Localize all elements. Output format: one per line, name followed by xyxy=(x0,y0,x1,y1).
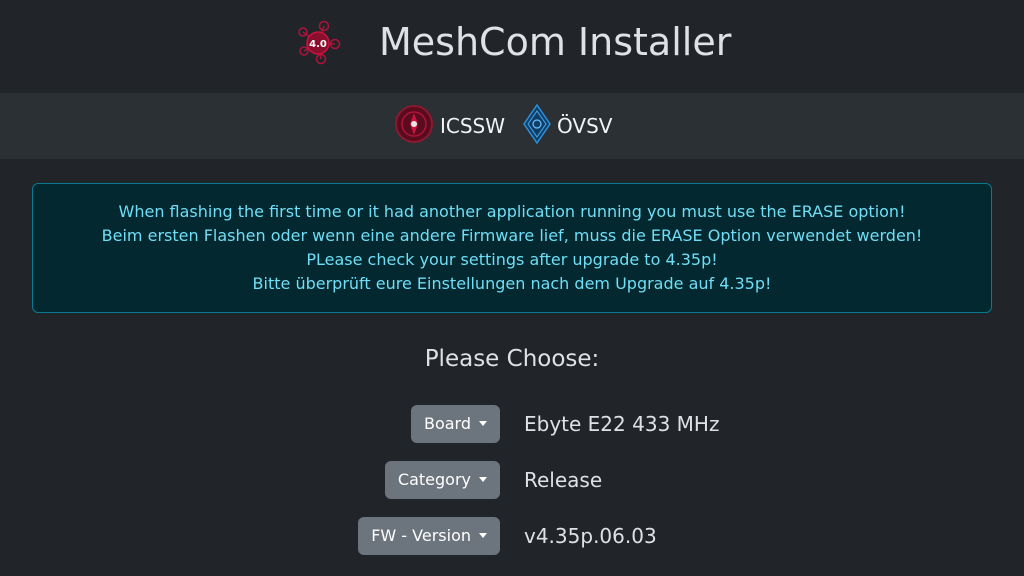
meshcom-network-icon: 4.0 xyxy=(296,20,342,66)
chooser-heading: Please Choose: xyxy=(424,346,600,372)
partner-label-icssw: ICSSW xyxy=(440,114,506,138)
caret-down-icon xyxy=(479,421,487,426)
app-header: 4.0 MeshCom Installer xyxy=(0,0,1024,93)
category-dropdown-button[interactable]: Category xyxy=(384,461,500,499)
category-dropdown-label: Category xyxy=(397,470,471,489)
logo-badge: 4.0 xyxy=(309,39,327,50)
alert-line: Bitte überprüft eure Einstellungen nach … xyxy=(252,274,772,293)
caret-down-icon xyxy=(479,477,487,482)
partner-ovsv[interactable]: ÖVSV xyxy=(523,93,612,159)
category-row: Category Release xyxy=(0,461,1024,499)
fw-version-dropdown-button[interactable]: FW - Version xyxy=(358,517,500,555)
fw-version-row: FW - Version v4.35p.06.03 xyxy=(0,517,1024,555)
caret-down-icon xyxy=(479,533,487,538)
board-row: Board Ebyte E22 433 MHz xyxy=(0,405,1024,443)
partner-icssw[interactable]: ICSSW xyxy=(394,93,505,159)
partner-label-ovsv: ÖVSV xyxy=(557,114,613,138)
erase-warning-alert: When flashing the first time or it had a… xyxy=(32,183,992,313)
icssw-seal-icon xyxy=(394,104,434,148)
page-title: MeshCom Installer xyxy=(379,20,732,64)
alert-line: When flashing the first time or it had a… xyxy=(118,202,906,221)
alert-line: PLease check your settings after upgrade… xyxy=(306,250,718,269)
board-dropdown-button[interactable]: Board xyxy=(410,405,500,443)
board-dropdown-label: Board xyxy=(423,414,471,433)
fw-version-value: v4.35p.06.03 xyxy=(524,524,657,548)
partner-bar: ICSSW ÖVSV xyxy=(0,93,1024,159)
ovsv-diamond-icon xyxy=(523,103,551,148)
fw-version-dropdown-label: FW - Version xyxy=(371,526,471,545)
category-value: Release xyxy=(524,468,603,492)
alert-line: Beim ersten Flashen oder wenn eine ander… xyxy=(101,226,923,245)
board-value: Ebyte E22 433 MHz xyxy=(524,412,720,436)
